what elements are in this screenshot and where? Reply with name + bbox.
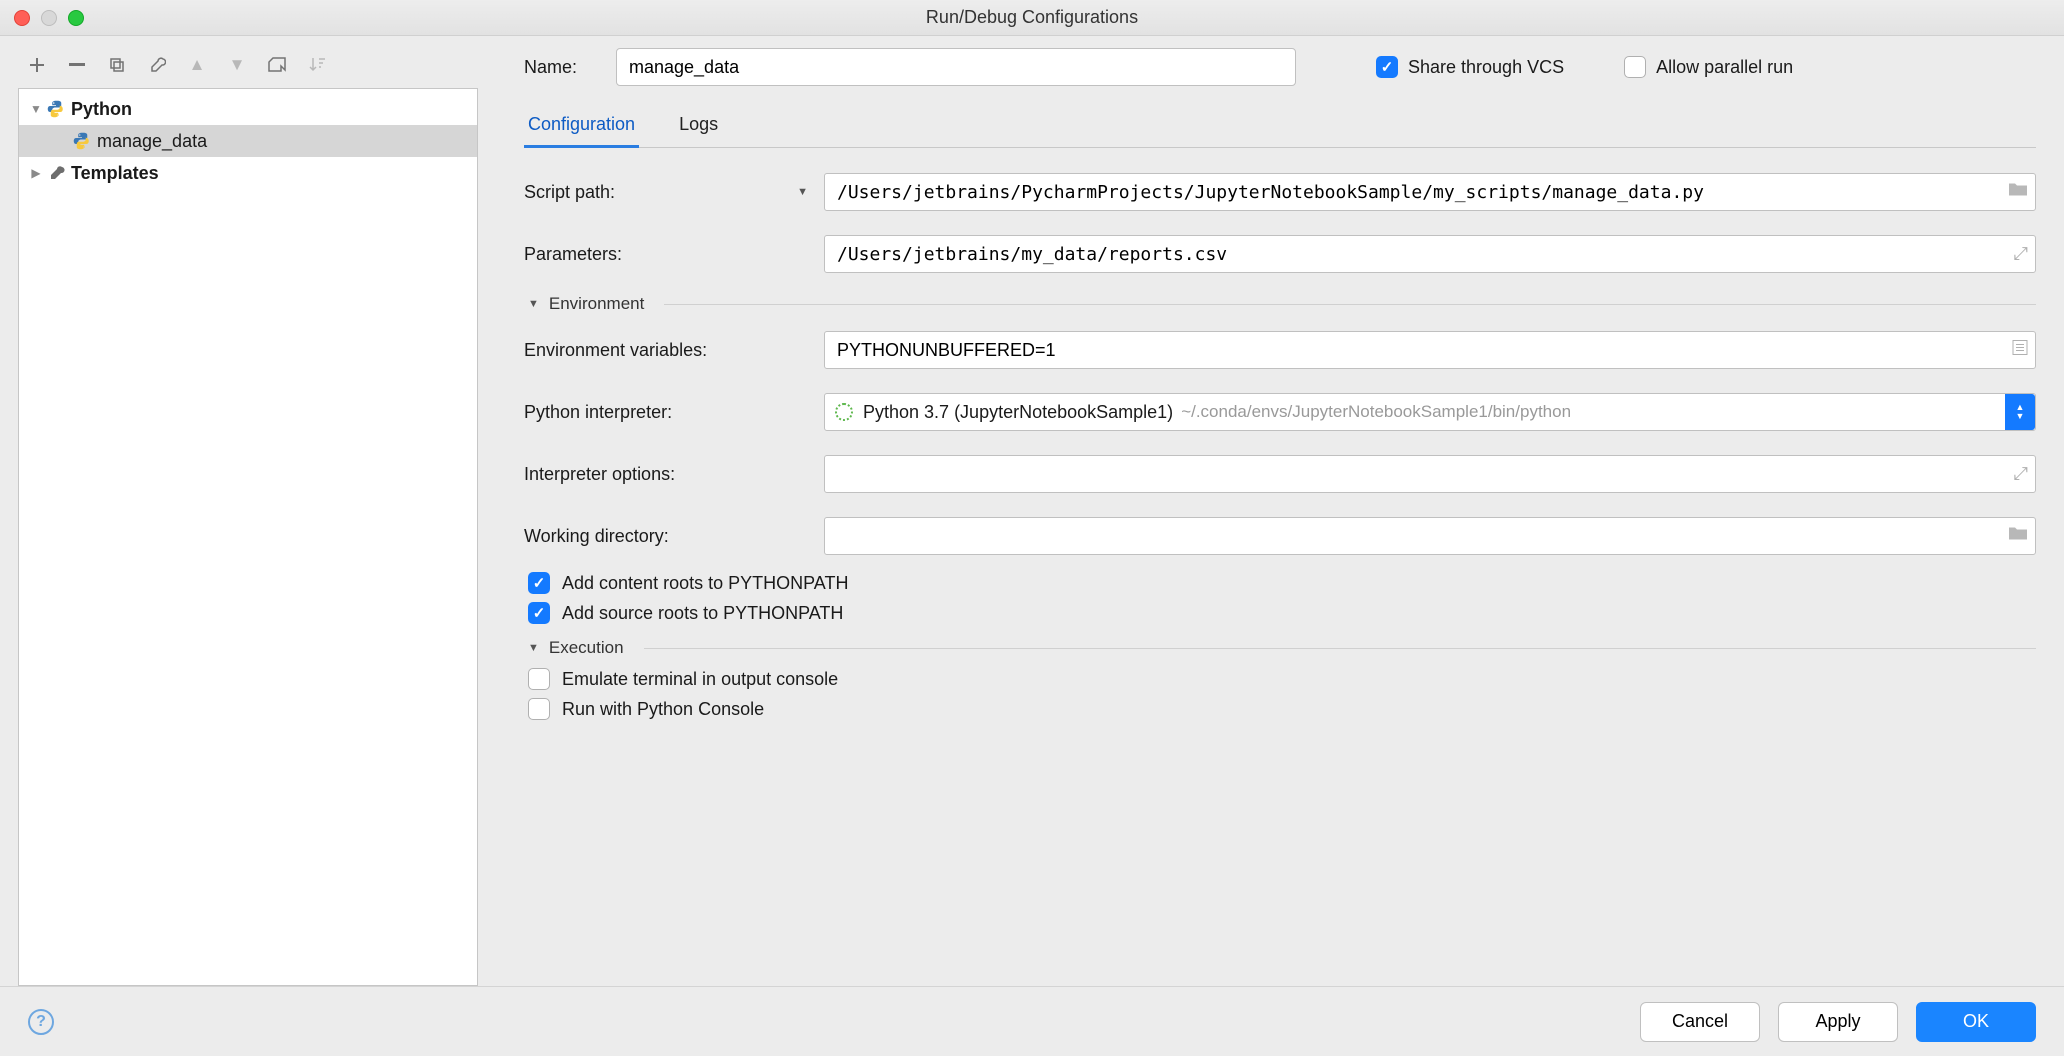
close-window-button[interactable] (14, 10, 30, 26)
working-directory-input[interactable] (824, 517, 2036, 555)
sidebar-toolbar: ▲ ▼ (18, 48, 478, 88)
loading-icon (835, 403, 853, 421)
edit-config-icon[interactable] (146, 54, 168, 76)
chevron-down-icon: ▼ (797, 186, 808, 198)
name-input[interactable] (616, 48, 1296, 86)
checkbox-icon (1624, 56, 1646, 78)
ok-button[interactable]: OK (1916, 1002, 2036, 1042)
add-config-icon[interactable] (26, 54, 48, 76)
parameters-input[interactable] (824, 235, 2036, 273)
working-directory-label: Working directory: (524, 526, 824, 547)
remove-config-icon[interactable] (66, 54, 88, 76)
chevron-down-icon: ▼ (27, 102, 45, 116)
env-vars-input[interactable] (824, 331, 2036, 369)
config-form: Name: Share through VCS Allow parallel r… (496, 36, 2064, 986)
minimize-window-button[interactable] (41, 10, 57, 26)
run-python-console-checkbox[interactable]: Run with Python Console (528, 698, 2036, 720)
move-up-icon: ▲ (186, 54, 208, 76)
expand-icon[interactable]: ⤢ (2014, 464, 2028, 485)
tab-logs[interactable]: Logs (675, 104, 722, 147)
env-vars-label: Environment variables: (524, 340, 824, 361)
python-icon (45, 100, 67, 118)
interpreter-select[interactable]: Python 3.7 (JupyterNotebookSample1) ~/.c… (824, 393, 2036, 431)
share-vcs-label: Share through VCS (1408, 57, 1564, 78)
config-tree: ▼ Python manage_data ▶ (18, 88, 478, 986)
checkbox-icon (528, 698, 550, 720)
tree-label: Templates (71, 163, 159, 184)
expand-icon[interactable]: ⤢ (2014, 244, 2028, 265)
tab-configuration[interactable]: Configuration (524, 104, 639, 148)
interpreter-name: Python 3.7 (JupyterNotebookSample1) (863, 402, 1173, 423)
config-tabs: Configuration Logs (524, 104, 2036, 148)
tree-node-python[interactable]: ▼ Python (19, 93, 477, 125)
chevron-down-icon: ▼ (528, 298, 539, 310)
window-controls (14, 10, 84, 26)
interpreter-options-input[interactable] (824, 455, 2036, 493)
script-path-input[interactable] (824, 173, 2036, 211)
sort-config-icon (306, 54, 328, 76)
execution-section-header[interactable]: ▼ Execution (528, 638, 2036, 658)
environment-section-header[interactable]: ▼ Environment (528, 294, 2036, 314)
titlebar: Run/Debug Configurations (0, 0, 2064, 36)
interpreter-path: ~/.conda/envs/JupyterNotebookSample1/bin… (1181, 402, 1571, 422)
save-config-icon[interactable] (266, 54, 288, 76)
zoom-window-button[interactable] (68, 10, 84, 26)
source-roots-checkbox[interactable]: Add source roots to PYTHONPATH (528, 602, 2036, 624)
folder-icon[interactable] (2008, 182, 2028, 203)
apply-button[interactable]: Apply (1778, 1002, 1898, 1042)
share-vcs-checkbox[interactable]: Share through VCS (1376, 56, 1564, 78)
list-icon[interactable] (2012, 340, 2028, 361)
copy-config-icon[interactable] (106, 54, 128, 76)
dialog-footer: ? Cancel Apply OK (0, 986, 2064, 1056)
content-roots-checkbox[interactable]: Add content roots to PYTHONPATH (528, 572, 2036, 594)
allow-parallel-checkbox[interactable]: Allow parallel run (1624, 56, 1793, 78)
window-title: Run/Debug Configurations (926, 7, 1138, 28)
interpreter-label: Python interpreter: (524, 402, 824, 423)
chevron-right-icon: ▶ (27, 166, 45, 180)
name-label: Name: (524, 57, 596, 78)
tree-node-manage-data[interactable]: manage_data (19, 125, 477, 157)
cancel-button[interactable]: Cancel (1640, 1002, 1760, 1042)
chevron-down-icon: ▼ (528, 642, 539, 654)
python-icon (71, 132, 93, 150)
move-down-icon: ▼ (226, 54, 248, 76)
interpreter-options-label: Interpreter options: (524, 464, 824, 485)
help-icon[interactable]: ? (28, 1009, 54, 1035)
emulate-terminal-checkbox[interactable]: Emulate terminal in output console (528, 668, 2036, 690)
configurations-sidebar: ▲ ▼ ▼ Python manage_data (0, 36, 496, 986)
tree-label: manage_data (97, 131, 207, 152)
checkbox-icon (1376, 56, 1398, 78)
wrench-icon (45, 164, 67, 182)
checkbox-icon (528, 572, 550, 594)
select-arrows-icon: ▲▼ (2005, 394, 2035, 430)
tree-label: Python (71, 99, 132, 120)
checkbox-icon (528, 668, 550, 690)
parameters-label: Parameters: (524, 244, 824, 265)
script-path-label[interactable]: Script path: ▼ (524, 182, 824, 203)
tree-node-templates[interactable]: ▶ Templates (19, 157, 477, 189)
checkbox-icon (528, 602, 550, 624)
folder-icon[interactable] (2008, 526, 2028, 547)
allow-parallel-label: Allow parallel run (1656, 57, 1793, 78)
